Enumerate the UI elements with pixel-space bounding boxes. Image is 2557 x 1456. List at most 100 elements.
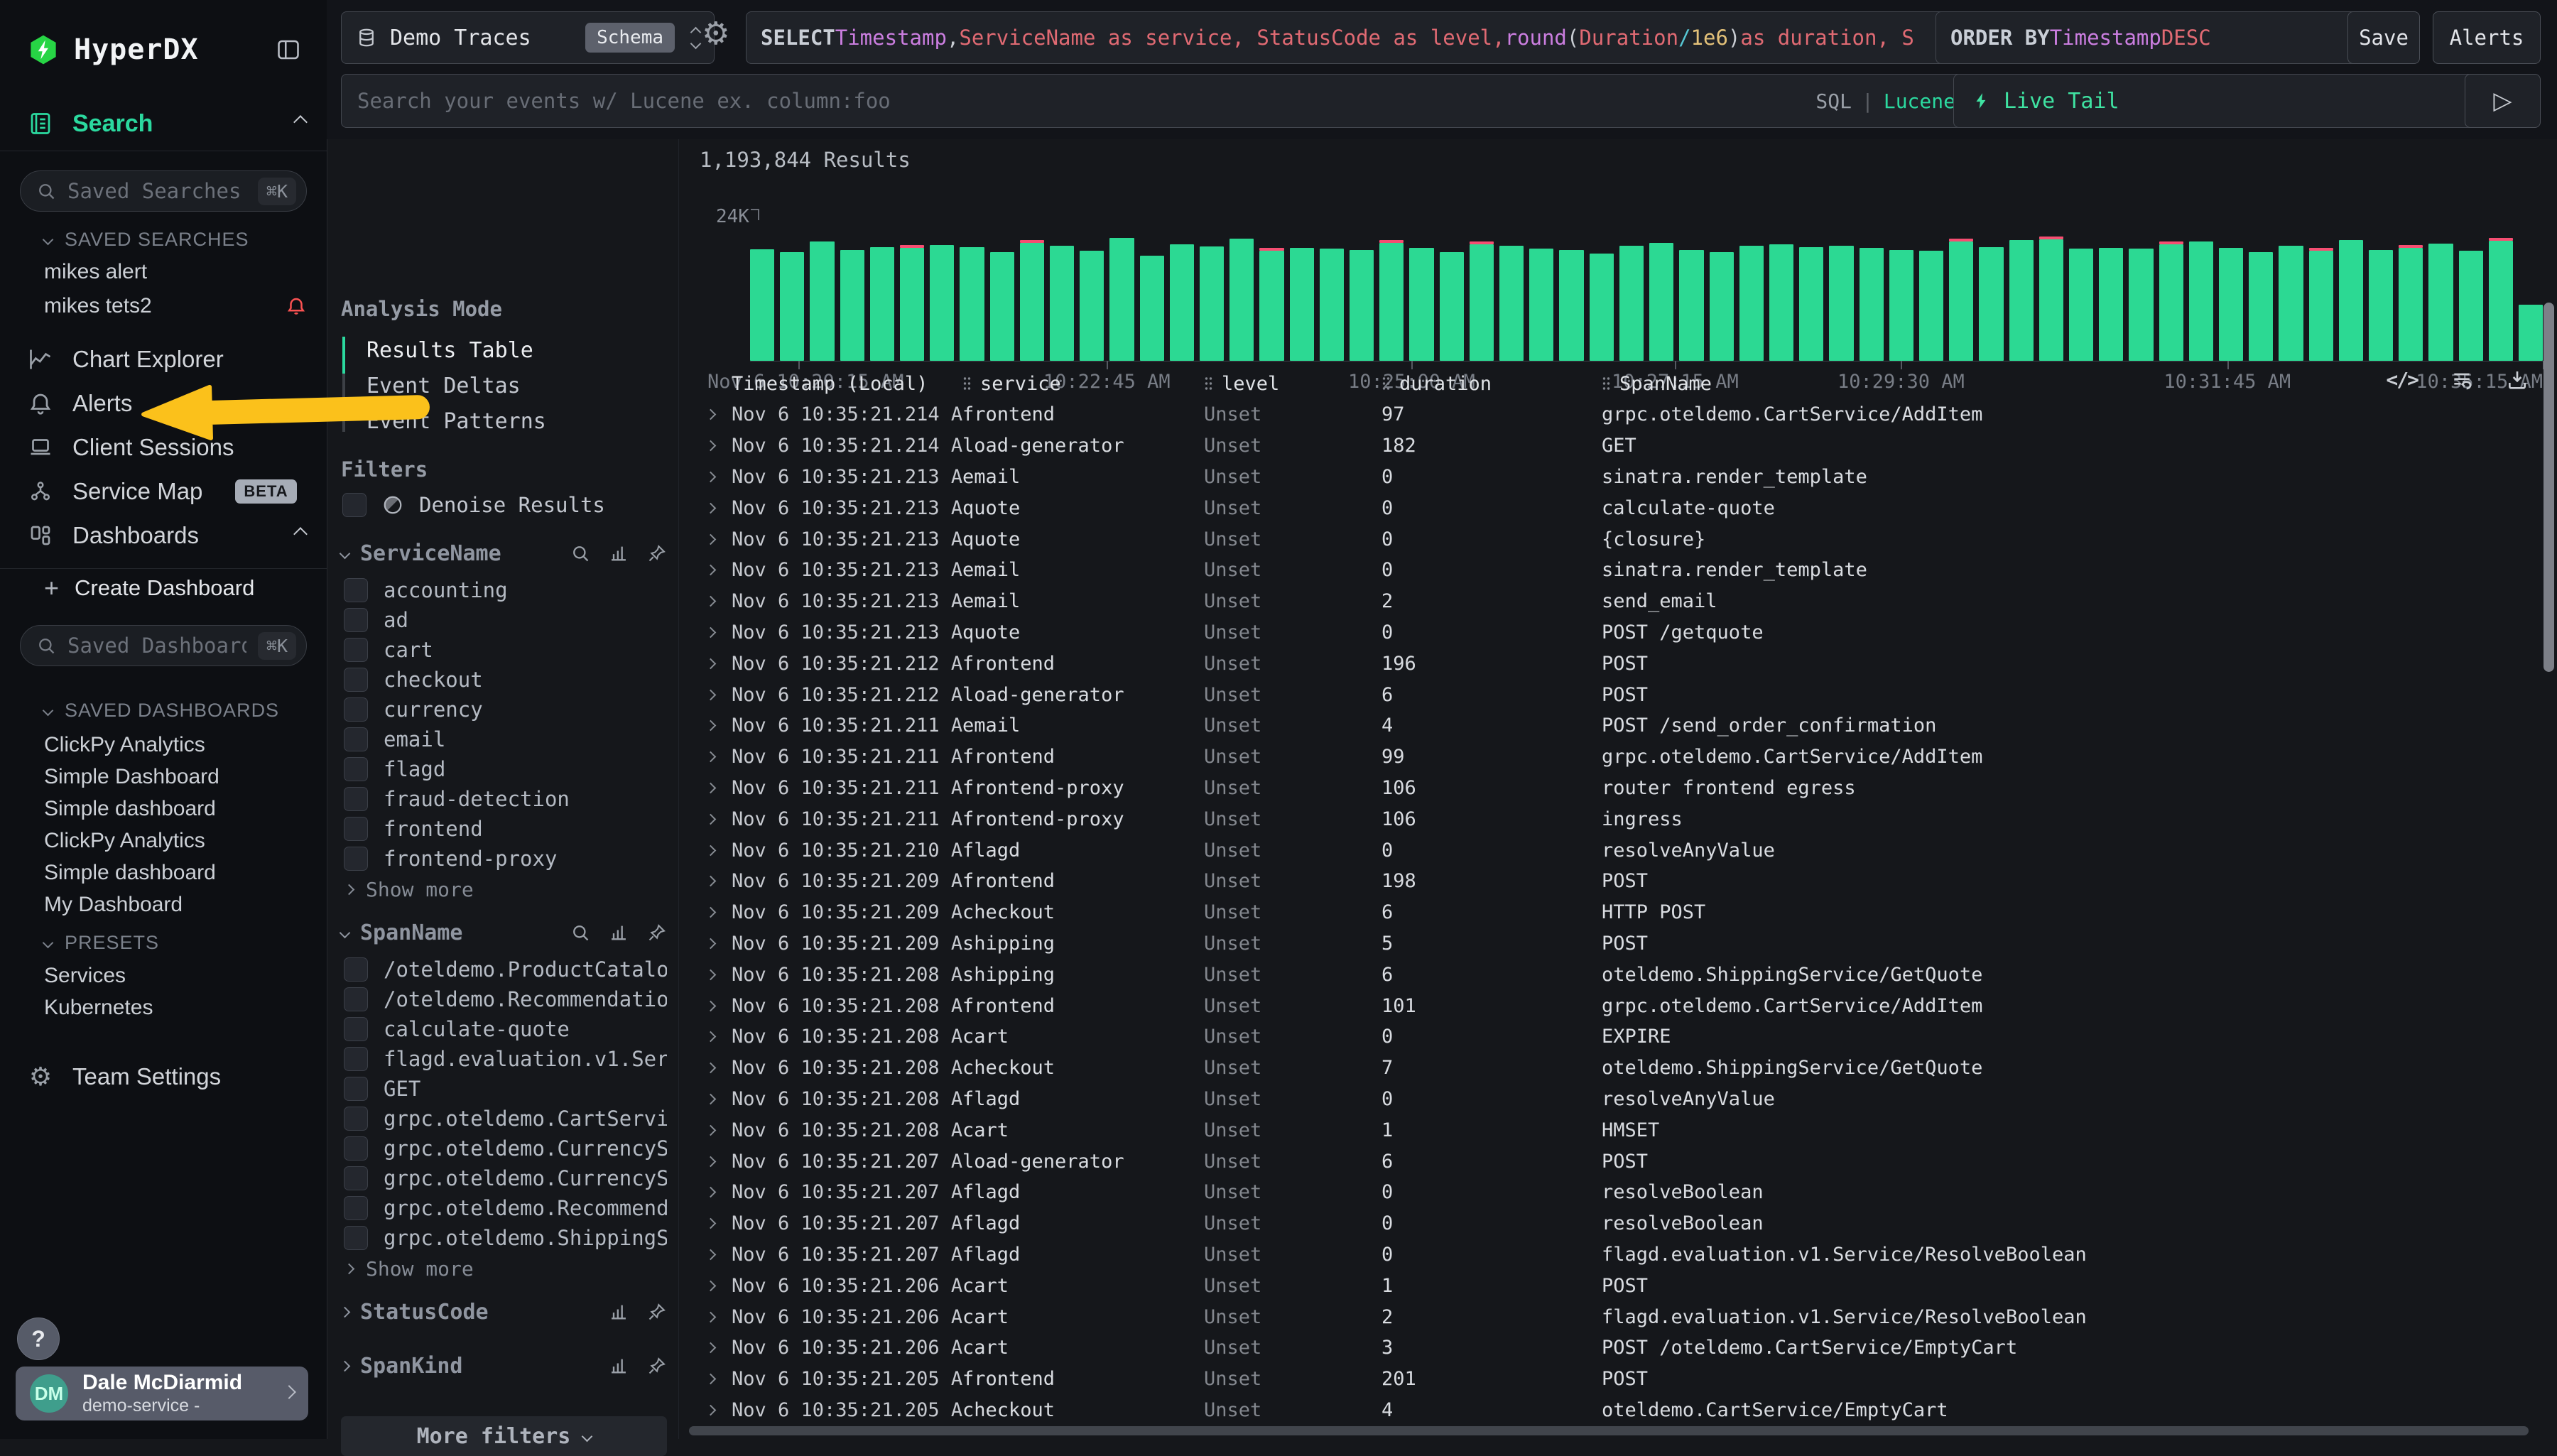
filter-option[interactable]: grpc.oteldemo.CurrencyS… <box>341 1163 667 1193</box>
search-icon[interactable] <box>570 923 590 942</box>
sidebar-collapse-icon[interactable] <box>274 37 303 63</box>
histogram-bar[interactable] <box>1619 234 1644 361</box>
histogram-bar[interactable] <box>2129 234 2153 361</box>
column-header-level[interactable]: level <box>1204 373 1381 395</box>
histogram-bar[interactable] <box>2339 234 2363 361</box>
histogram-bar[interactable] <box>1470 234 1494 361</box>
more-filters-button[interactable]: More filters <box>341 1416 667 1456</box>
bars-icon[interactable] <box>609 1356 629 1376</box>
show-more-button[interactable]: Show more <box>341 1253 667 1284</box>
histogram-bar[interactable] <box>2459 234 2483 361</box>
saved-dashboard-item[interactable]: ClickPy Analytics <box>44 730 307 760</box>
code-icon[interactable]: </> <box>2386 368 2418 391</box>
table-row[interactable]: Nov 6 10:35:21.207 AM flagd Unset 0 reso… <box>689 1177 2546 1208</box>
filter-group-spanname[interactable]: SpanName <box>341 916 667 949</box>
filter-option[interactable]: GET <box>341 1074 667 1104</box>
sql-select-input[interactable]: SELECT Timestamp, ServiceName as service… <box>746 11 1948 64</box>
checkbox[interactable] <box>344 638 368 662</box>
histogram-bar[interactable] <box>1440 234 1464 361</box>
column-header-timestamp-local-[interactable]: Timestamp (Local) <box>732 373 962 395</box>
histogram-bar[interactable] <box>1140 234 1164 361</box>
checkbox[interactable] <box>344 847 368 871</box>
histogram-bar[interactable] <box>2039 234 2063 361</box>
horizontal-scrollbar[interactable] <box>689 1426 2529 1435</box>
drag-handle-icon[interactable] <box>962 376 972 391</box>
filter-option[interactable]: fraud-detection <box>341 784 667 814</box>
table-row[interactable]: Nov 6 10:35:21.213 AM email Unset 0 sina… <box>689 462 2546 493</box>
filter-option[interactable]: ad <box>341 605 667 635</box>
row-expand-chevron[interactable] <box>689 1375 732 1383</box>
row-expand-chevron[interactable] <box>689 722 732 729</box>
filter-option[interactable]: frontend <box>341 814 667 844</box>
table-row[interactable]: Nov 6 10:35:21.206 AM cart Unset 1 POST <box>689 1270 2546 1301</box>
presets-header[interactable]: PRESETS <box>44 932 159 954</box>
table-row[interactable]: Nov 6 10:35:21.211 AM frontend Unset 99 … <box>689 741 2546 773</box>
bars-icon[interactable] <box>609 1302 629 1322</box>
checkbox[interactable] <box>344 1107 368 1131</box>
table-row[interactable]: Nov 6 10:35:21.207 AM load-generator Uns… <box>689 1146 2546 1177</box>
row-expand-chevron[interactable] <box>689 753 732 761</box>
source-select[interactable]: Demo Traces Schema <box>341 11 715 64</box>
table-row[interactable]: Nov 6 10:35:21.208 AM flagd Unset 0 reso… <box>689 1084 2546 1115</box>
histogram-bar[interactable] <box>870 234 894 361</box>
schema-badge[interactable]: Schema <box>585 23 675 53</box>
histogram-bar[interactable] <box>1379 234 1404 361</box>
filter-option[interactable]: cart <box>341 635 667 665</box>
filter-option[interactable]: /oteldemo.Recommendatio… <box>341 984 667 1014</box>
histogram-bar[interactable] <box>1679 234 1703 361</box>
filter-option[interactable]: flagd.evaluation.v1.Ser… <box>341 1044 667 1074</box>
histogram-bar[interactable] <box>2309 234 2333 361</box>
histogram-bar[interactable] <box>2099 234 2123 361</box>
table-row[interactable]: Nov 6 10:35:21.206 AM cart Unset 2 flagd… <box>689 1301 2546 1332</box>
histogram-bar[interactable] <box>1979 234 2003 361</box>
histogram-bar[interactable] <box>1170 234 1194 361</box>
live-tail-button[interactable]: Live Tail <box>1953 74 2489 128</box>
table-row[interactable]: Nov 6 10:35:21.213 AM quote Unset 0 POST… <box>689 617 2546 648</box>
histogram-bar[interactable] <box>780 234 804 361</box>
checkbox[interactable] <box>344 668 368 692</box>
histogram-bar[interactable] <box>1499 234 1524 361</box>
histogram-bar[interactable] <box>1769 234 1793 361</box>
sidebar-item-team-settings[interactable]: ⚙ Team Settings <box>27 1060 305 1094</box>
row-expand-chevron[interactable] <box>689 536 732 543</box>
histogram-bar[interactable] <box>2219 234 2243 361</box>
row-expand-chevron[interactable] <box>689 1344 732 1352</box>
histogram-bar[interactable] <box>2428 234 2453 361</box>
sidebar-item-search[interactable]: Search <box>27 107 305 141</box>
filter-group-servicename[interactable]: ServiceName <box>341 537 667 570</box>
table-row[interactable]: Nov 6 10:35:21.213 AM quote Unset 0 {clo… <box>689 523 2546 555</box>
histogram-bar[interactable] <box>840 234 864 361</box>
checkbox[interactable] <box>344 1166 368 1190</box>
saved-dashboard-item[interactable]: ClickPy Analytics <box>44 826 307 856</box>
column-header-duration[interactable]: duration <box>1381 373 1602 395</box>
column-header-service[interactable]: service <box>962 373 1204 395</box>
histogram-bars[interactable] <box>750 234 2543 362</box>
filter-option[interactable]: flagd <box>341 754 667 784</box>
row-expand-chevron[interactable] <box>689 411 732 418</box>
saved-dashboards-header[interactable]: SAVED DASHBOARDS <box>44 700 279 722</box>
row-expand-chevron[interactable] <box>689 660 732 668</box>
histogram-bar[interactable] <box>900 234 924 361</box>
histogram-bar[interactable] <box>1109 234 1134 361</box>
histogram-bar[interactable] <box>2489 234 2513 361</box>
row-expand-chevron[interactable] <box>689 504 732 512</box>
saved-dashboards-input[interactable]: Saved Dashboards ⌘K <box>20 625 307 666</box>
row-expand-chevron[interactable] <box>689 940 732 947</box>
row-expand-chevron[interactable] <box>689 473 732 481</box>
histogram-bar[interactable] <box>1739 234 1764 361</box>
checkbox[interactable] <box>344 1136 368 1161</box>
row-expand-chevron[interactable] <box>689 1219 732 1227</box>
histogram-bar[interactable] <box>960 234 984 361</box>
histogram-bar[interactable] <box>1919 234 1943 361</box>
saved-search-item[interactable]: mikes tets2 <box>44 291 307 321</box>
histogram-bar[interactable] <box>1559 234 1583 361</box>
row-expand-chevron[interactable] <box>689 566 732 574</box>
filter-option[interactable]: currency <box>341 695 667 724</box>
histogram-bar[interactable] <box>990 234 1014 361</box>
row-expand-chevron[interactable] <box>689 1313 732 1321</box>
show-more-button[interactable]: Show more <box>341 874 667 905</box>
row-expand-chevron[interactable] <box>689 1251 732 1259</box>
checkbox[interactable] <box>342 493 367 517</box>
lucene-search-input[interactable]: Search your events w/ Lucene ex. column:… <box>341 74 1972 128</box>
histogram-bar[interactable] <box>1409 234 1433 361</box>
